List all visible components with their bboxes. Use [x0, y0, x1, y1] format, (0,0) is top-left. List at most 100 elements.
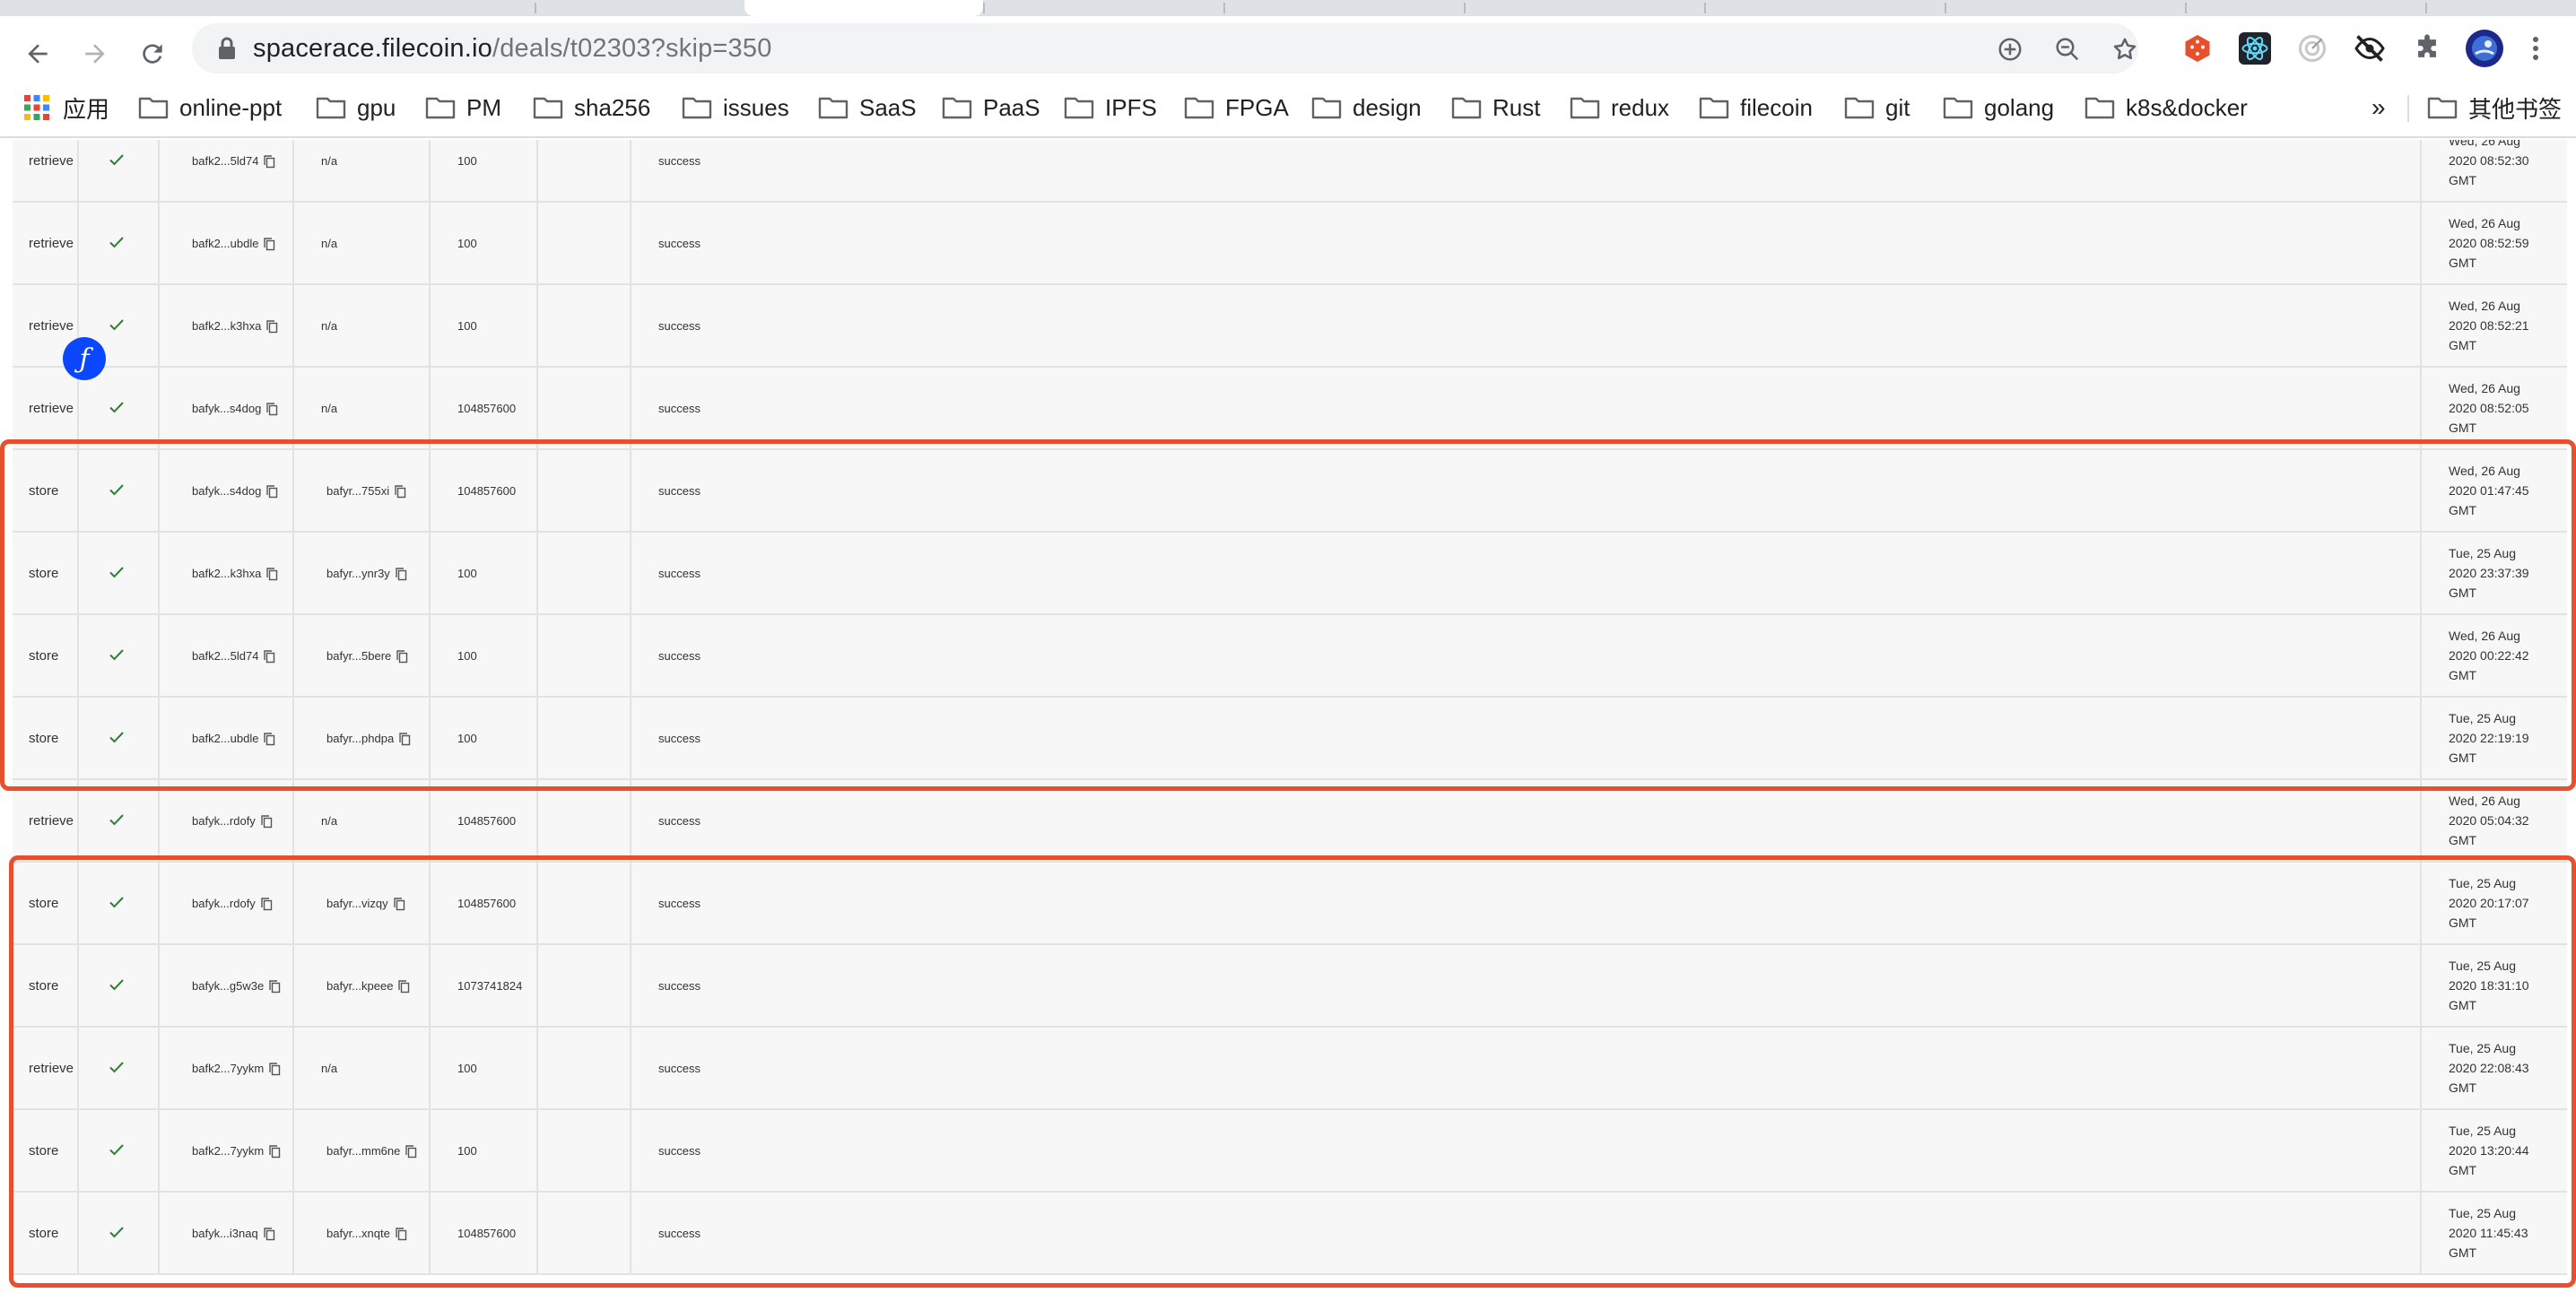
- copy-icon[interactable]: [393, 979, 410, 994]
- payload-cid[interactable]: bafk2...k3hxa: [192, 317, 278, 336]
- deal-type: retrieve: [29, 811, 74, 831]
- piece-cid[interactable]: bafyr...5bere: [326, 646, 408, 666]
- profile-avatar-button[interactable]: [2465, 29, 2504, 68]
- piece-cid[interactable]: bafyr...vizqy: [326, 894, 405, 914]
- copy-icon[interactable]: [256, 897, 273, 911]
- piece-cid[interactable]: bafyr...kpeee: [326, 976, 410, 996]
- copy-icon[interactable]: [390, 1227, 407, 1241]
- bookmark-online-ppt[interactable]: online-ppt: [138, 90, 282, 126]
- bookmarks-overflow-button[interactable]: »: [2371, 90, 2386, 126]
- payload-cid[interactable]: bafyk...i3naq: [192, 1224, 275, 1244]
- column-divider: [158, 285, 160, 368]
- payload-cid[interactable]: bafk2...k3hxa: [192, 564, 278, 584]
- copy-icon[interactable]: [261, 402, 278, 416]
- payload-cid[interactable]: bafk2...5ld74: [192, 646, 275, 666]
- piece-cid[interactable]: bafyr...ynr3y: [326, 564, 407, 584]
- deal-type-text: retrieve: [29, 1061, 74, 1076]
- puzzle-icon: [2418, 34, 2436, 57]
- bookmark-other[interactable]: 其他书签: [2427, 90, 2562, 126]
- deal-size: 104857600: [457, 399, 516, 419]
- payload-cid[interactable]: bafyk...s4dog: [192, 482, 278, 501]
- copy-icon[interactable]: [261, 567, 278, 581]
- copy-icon[interactable]: [258, 732, 275, 746]
- payload-cid[interactable]: bafyk...rdofy: [192, 894, 273, 914]
- bookmark-paas[interactable]: PaaS: [942, 90, 1040, 126]
- bookmark-git[interactable]: git: [1844, 90, 1910, 126]
- url-text[interactable]: spacerace.filecoin.io/deals/t02303?skip=…: [253, 34, 772, 64]
- copy-icon[interactable]: [388, 897, 405, 911]
- avatar-icon: [2466, 30, 2503, 67]
- piece-cid[interactable]: bafyr...mm6ne: [326, 1141, 417, 1161]
- back-button[interactable]: [16, 32, 59, 75]
- copy-icon[interactable]: [400, 1144, 417, 1158]
- copy-icon[interactable]: [391, 649, 408, 664]
- column-divider: [158, 368, 160, 450]
- zoom-button[interactable]: [2052, 34, 2083, 65]
- bookmark-sha256[interactable]: sha256: [533, 90, 650, 126]
- bookmark-fpga[interactable]: FPGA: [1184, 90, 1289, 126]
- bookmark-pm[interactable]: PM: [425, 90, 501, 126]
- piece-cid[interactable]: bafyr...755xi: [326, 482, 406, 501]
- bookmark-star-button[interactable]: [2110, 34, 2140, 65]
- reload-button[interactable]: [131, 32, 174, 75]
- payload-cid[interactable]: bafk2...ubdle: [192, 234, 275, 254]
- install-app-button[interactable]: [1995, 34, 2025, 65]
- copy-icon[interactable]: [258, 649, 275, 664]
- copy-icon[interactable]: [258, 154, 275, 169]
- copy-icon[interactable]: [261, 484, 278, 499]
- extension-dice[interactable]: [2178, 29, 2217, 68]
- bookmark-gpu[interactable]: gpu: [316, 90, 396, 126]
- extensions-button[interactable]: [2407, 29, 2447, 68]
- folder-icon: [425, 97, 456, 119]
- deal-date: Tue, 25 Aug 2020 18:31:10 GMT: [2449, 959, 2529, 1012]
- bookmark-issues[interactable]: issues: [682, 90, 789, 126]
- piece-cid: n/a: [321, 317, 337, 336]
- bookmark-k8s-docker[interactable]: k8s&docker: [2084, 90, 2248, 126]
- piece-cid[interactable]: bafyr...phdpa: [326, 729, 411, 749]
- copy-icon[interactable]: [258, 237, 275, 251]
- payload-cid[interactable]: bafk2...7yykm: [192, 1141, 281, 1161]
- payload-cid[interactable]: bafyk...rdofy: [192, 811, 273, 831]
- copy-icon[interactable]: [264, 1144, 281, 1158]
- browser-menu-button[interactable]: [2522, 29, 2549, 68]
- copy-icon[interactable]: [264, 979, 281, 994]
- payload-cid[interactable]: bafk2...5ld74: [192, 152, 275, 171]
- filecoin-logo-icon[interactable]: ƒ: [63, 337, 106, 380]
- bookmark-ipfs[interactable]: IPFS: [1064, 90, 1157, 126]
- copy-icon[interactable]: [258, 1227, 275, 1241]
- copy-icon[interactable]: [389, 484, 406, 499]
- deal-type-text: retrieve: [29, 813, 74, 829]
- extension-target[interactable]: [2293, 29, 2332, 68]
- bookmark-golang[interactable]: golang: [1943, 90, 2054, 126]
- bookmark-saas[interactable]: SaaS: [818, 90, 917, 126]
- copy-icon[interactable]: [264, 1062, 281, 1076]
- copy-icon[interactable]: [394, 732, 411, 746]
- bookmark-label: PM: [466, 93, 501, 121]
- bookmark-filecoin[interactable]: filecoin: [1699, 90, 1813, 126]
- bookmark-rust[interactable]: Rust: [1451, 90, 1540, 126]
- extension-react-devtools[interactable]: [2235, 29, 2275, 68]
- piece-cid[interactable]: bafyr...xnqte: [326, 1224, 407, 1244]
- copy-icon[interactable]: [256, 814, 273, 829]
- payload-cid-text: bafk2...k3hxa: [192, 567, 262, 580]
- tab-separator: [1704, 3, 1706, 13]
- address-bar[interactable]: spacerace.filecoin.io/deals/t02303?skip=…: [192, 23, 2138, 74]
- bookmark-design[interactable]: design: [1311, 90, 1422, 126]
- bookmark-apps[interactable]: 应用: [23, 90, 109, 126]
- deal-type: retrieve: [29, 399, 74, 419]
- copy-icon[interactable]: [261, 319, 278, 334]
- column-divider: [536, 368, 538, 450]
- column-divider: [536, 140, 538, 203]
- payload-cid[interactable]: bafk2...7yykm: [192, 1059, 281, 1079]
- payload-cid[interactable]: bafyk...g5w3e: [192, 976, 281, 996]
- extension-eye[interactable]: [2350, 29, 2389, 68]
- forward-button[interactable]: [74, 32, 117, 75]
- kebab-menu-icon: [2533, 37, 2538, 60]
- plus-circle-icon: [1998, 38, 2022, 61]
- payload-cid[interactable]: bafk2...ubdle: [192, 729, 275, 749]
- payload-cid[interactable]: bafyk...s4dog: [192, 399, 278, 419]
- bookmark-redux[interactable]: redux: [1570, 90, 1669, 126]
- copy-icon[interactable]: [390, 567, 407, 581]
- payload-cid-text: bafyk...rdofy: [192, 897, 256, 910]
- active-tab[interactable]: [744, 0, 983, 16]
